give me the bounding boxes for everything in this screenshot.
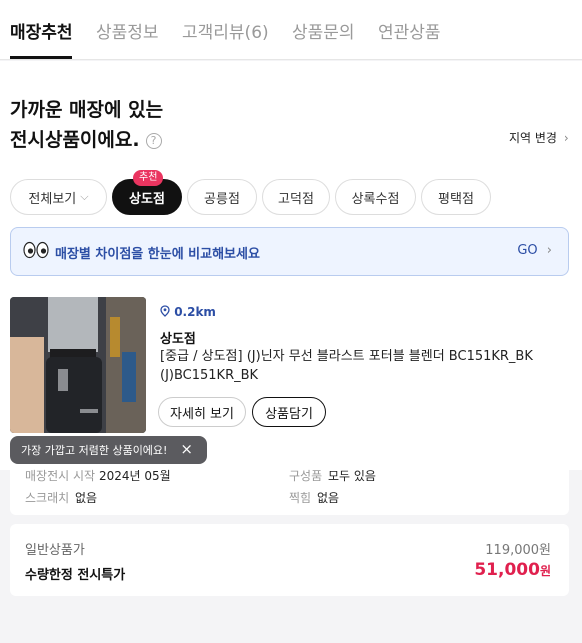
condition-info-card: 매장전시 시작 2024년 05월 구성품 모두 있음 스크래치 없음 찍힘 없… [10,457,569,515]
section-headline: 가까운 매장에 있는 전시상품이에요.? [10,95,310,155]
display-start-value: 2024년 05월 [99,469,171,483]
tooltip-text: 가장 가깝고 저렴한 상품이에요! [21,444,168,457]
detail-button[interactable]: 자세히 보기 [158,397,246,427]
compare-banner-text: 매장별 차이점을 한눈에 비교해보세요 [55,247,260,262]
chevron-right-icon: › [563,131,569,145]
compare-stores-banner[interactable]: 매장별 차이점을 한눈에 비교해보세요 GO › [10,227,569,276]
compare-go-label: GO [517,243,538,258]
scratch-label: 스크래치 [25,491,70,505]
components-label: 구성품 [289,469,323,483]
active-tab-indicator [10,56,72,59]
filter-store-gongneung[interactable]: 공릉점 [187,179,257,215]
tab-product-info[interactable]: 상품정보 [96,18,159,43]
filter-store-godeok[interactable]: 고덕점 [262,179,330,215]
product-name[interactable]: [중급 / 상도점] (J)닌자 무선 블라스트 포터블 블렌더 BC151KR… [160,347,570,385]
compare-go: GO › [517,243,552,258]
display-start-label: 매장전시 시작 [25,469,96,483]
special-price-unit: 원 [539,564,551,578]
filter-all-label: 전체보기 [28,191,77,207]
add-to-cart-button[interactable]: 상품담기 [252,397,326,427]
help-icon[interactable]: ? [145,133,162,149]
chevron-right-icon: › [546,243,552,258]
headline-line2-text: 전시상품이에요. [10,129,140,151]
region-change-button[interactable]: 지역 변경 › [509,129,569,146]
product-image[interactable] [10,297,146,433]
chevron-down-icon: ⌵ [80,190,89,203]
tab-reviews[interactable]: 고객리뷰(6) [182,18,269,43]
tab-related[interactable]: 연관상품 [378,18,441,43]
filter-store-sangroksu[interactable]: 상록수점 [335,179,416,215]
region-change-label: 지역 변경 [509,131,557,145]
cheapest-tooltip: 가장 가깝고 저렴한 상품이에요! × [10,436,207,464]
product-store-name: 상도점 [160,332,196,347]
scratch-value: 없음 [75,491,98,505]
headline-line1: 가까운 매장에 있는 [10,99,164,121]
dent-label: 찍힘 [289,491,312,505]
filter-store-pyeongtaek[interactable]: 평택점 [421,179,491,215]
location-pin-icon [160,305,174,319]
components-value: 모두 있음 [328,469,376,483]
headline-line2: 전시상품이에요.? [10,125,310,155]
regular-price-label: 일반상품가 [25,543,85,558]
dent-value: 없음 [317,491,340,505]
distance-value: 0.2km [174,305,216,319]
store-distance: 0.2km [160,305,216,319]
tab-inquiry[interactable]: 상품문의 [292,18,355,43]
special-price-amount: 51,000 [474,560,540,580]
product-tab-bar: 매장추천 상품정보 고객리뷰(6) 상품문의 연관상품 [0,0,582,60]
close-icon[interactable]: × [180,440,193,458]
filter-all[interactable]: 전체보기 ⌵ [10,179,107,215]
tab-store-recommend[interactable]: 매장추천 [10,18,73,43]
special-price-label: 수량한정 전시특가 [25,568,126,583]
eyes-icon [23,241,49,263]
special-price: 51,000원 [474,560,551,580]
regular-price-value: 119,000원 [485,543,551,558]
price-card: 일반상품가 119,000원 수량한정 전시특가 51,000원 [10,524,569,596]
recommend-badge: 추천 [133,170,164,186]
